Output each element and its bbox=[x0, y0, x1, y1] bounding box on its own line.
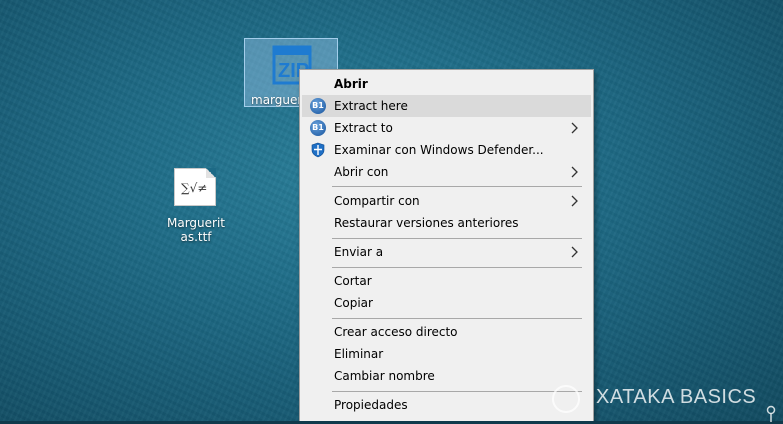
menu-item-label: Enviar a bbox=[334, 245, 384, 259]
b1-icon: B1 bbox=[310, 120, 326, 136]
font-document-icon: ∑√≠ bbox=[174, 168, 216, 206]
menu-item-abrir[interactable]: Abrir bbox=[302, 73, 591, 95]
menu-item-label: Restaurar versiones anteriores bbox=[334, 216, 519, 230]
menu-item-label: Cambiar nombre bbox=[334, 369, 435, 383]
chevron-right-icon bbox=[571, 122, 578, 134]
font-glyph: ∑√≠ bbox=[181, 181, 208, 195]
menu-item-cambiar-nombre[interactable]: Cambiar nombre bbox=[302, 365, 591, 387]
menu-item-label: Abrir con bbox=[334, 165, 389, 179]
menu-item-propiedades[interactable]: Propiedades bbox=[302, 394, 591, 416]
menu-item-enviar-a[interactable]: Enviar a bbox=[302, 241, 591, 263]
menu-item-examinar-windows-defender[interactable]: Examinar con Windows Defender... bbox=[302, 139, 591, 161]
menu-item-cortar[interactable]: Cortar bbox=[302, 270, 591, 292]
menu-separator bbox=[332, 186, 582, 187]
menu-item-label: Copiar bbox=[334, 296, 373, 310]
menu-item-extract-to[interactable]: B1 Extract to bbox=[302, 117, 591, 139]
menu-item-label: Eliminar bbox=[334, 347, 384, 361]
b1-icon: B1 bbox=[310, 98, 326, 114]
watermark-logo-icon bbox=[552, 385, 580, 413]
menu-item-crear-acceso-directo[interactable]: Crear acceso directo bbox=[302, 321, 591, 343]
font-file-desktop-icon[interactable]: ∑√≠ Marguerit as.ttf bbox=[150, 166, 242, 244]
menu-item-restaurar-versiones[interactable]: Restaurar versiones anteriores bbox=[302, 212, 591, 234]
menu-item-label: Abrir bbox=[334, 77, 368, 91]
menu-item-label: Crear acceso directo bbox=[334, 325, 458, 339]
chevron-right-icon bbox=[571, 166, 578, 178]
menu-item-compartir-con[interactable]: Compartir con bbox=[302, 190, 591, 212]
font-file-label: Marguerit as.ttf bbox=[166, 216, 225, 244]
menu-item-eliminar[interactable]: Eliminar bbox=[302, 343, 591, 365]
menu-separator bbox=[332, 267, 582, 268]
menu-item-label: Extract to bbox=[334, 121, 393, 135]
menu-item-label: Cortar bbox=[334, 274, 372, 288]
menu-item-label: Extract here bbox=[334, 99, 408, 113]
menu-item-label: Compartir con bbox=[334, 194, 420, 208]
chevron-right-icon bbox=[571, 246, 578, 258]
menu-item-label: Examinar con Windows Defender... bbox=[334, 143, 544, 157]
menu-item-extract-here[interactable]: B1 Extract here bbox=[302, 95, 591, 117]
menu-item-abrir-con[interactable]: Abrir con bbox=[302, 161, 591, 183]
watermark-text: XATAKA BASICS bbox=[596, 386, 757, 408]
menu-separator bbox=[332, 318, 582, 319]
menu-item-copiar[interactable]: Copiar bbox=[302, 292, 591, 314]
chevron-right-icon bbox=[571, 195, 578, 207]
context-menu: Abrir B1 Extract here B1 Extract to Exam… bbox=[299, 69, 594, 424]
windows-defender-icon bbox=[311, 142, 325, 158]
menu-item-label: Propiedades bbox=[334, 398, 408, 412]
menu-separator bbox=[332, 238, 582, 239]
pin-icon bbox=[766, 405, 776, 422]
menu-separator bbox=[332, 391, 582, 392]
